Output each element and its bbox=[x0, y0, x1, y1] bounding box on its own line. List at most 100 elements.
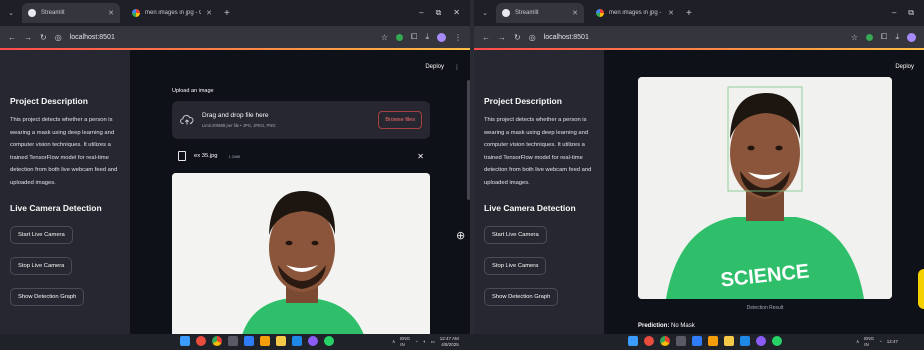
restore-icon[interactable]: ⧉ bbox=[436, 8, 442, 18]
menu-kebab-icon[interactable]: ⋮ bbox=[454, 33, 462, 42]
google-favicon-icon bbox=[132, 9, 140, 17]
streamlit-favicon-icon bbox=[28, 9, 36, 17]
vscode-icon[interactable] bbox=[740, 336, 750, 346]
stop-live-camera-button[interactable]: Stop Live Camera bbox=[484, 257, 547, 275]
wifi-icon[interactable]: ◔ bbox=[415, 339, 418, 345]
tab-label: men images in jpg - Google S bbox=[609, 10, 663, 16]
back-icon[interactable]: ← bbox=[8, 33, 16, 42]
url-field[interactable]: localhost:8501 bbox=[544, 34, 589, 41]
clock[interactable]: 12:47 AM 4/8/2025 bbox=[440, 336, 459, 347]
show-detection-graph-button[interactable]: Show Detection Graph bbox=[484, 288, 559, 306]
chrome-icon[interactable] bbox=[660, 336, 670, 346]
stop-live-camera-button[interactable]: Stop Live Camera bbox=[10, 257, 73, 275]
close-icon[interactable]: ✕ bbox=[206, 9, 212, 17]
profile-avatar-icon[interactable] bbox=[907, 32, 916, 42]
tray-chevron-icon[interactable]: ∧ bbox=[856, 339, 859, 345]
clock-date: 4/8/2025 bbox=[441, 341, 459, 347]
chrome-icon[interactable] bbox=[212, 336, 222, 346]
app-dark-icon[interactable] bbox=[228, 336, 238, 346]
forward-icon[interactable]: → bbox=[498, 33, 506, 42]
app-dark-icon[interactable] bbox=[676, 336, 686, 346]
tab-search-icon[interactable]: ⌄ bbox=[480, 9, 490, 17]
app-purple-icon[interactable] bbox=[308, 336, 318, 346]
main-menu-icon[interactable]: ⋮ bbox=[454, 64, 460, 71]
download-icon[interactable]: ⤓ bbox=[425, 32, 429, 42]
windows-start-icon[interactable] bbox=[628, 336, 638, 346]
extensions-puzzle-icon[interactable]: ⧠ bbox=[411, 32, 417, 42]
tab-streamlit[interactable]: Streamlit ✕ bbox=[496, 3, 584, 23]
volume-icon[interactable]: ◖ bbox=[423, 339, 426, 345]
reload-icon[interactable]: ↻ bbox=[40, 33, 47, 42]
drop-instructions: Drag and drop file here bbox=[202, 112, 269, 119]
clock-time[interactable]: 12:47 bbox=[887, 339, 898, 345]
right-browser-window: ⌄ Streamlit ✕ men images in jpg - Google… bbox=[474, 0, 924, 334]
bookmark-star-icon[interactable]: ☆ bbox=[381, 33, 388, 42]
prediction-label: Prediction: bbox=[638, 323, 670, 329]
windows-start-icon[interactable] bbox=[180, 336, 190, 346]
forward-icon[interactable]: → bbox=[24, 33, 32, 42]
app-purple-icon[interactable] bbox=[756, 336, 766, 346]
whatsapp-icon[interactable] bbox=[772, 336, 782, 346]
toolbar-icons: ☆ ⧠ ⤓ bbox=[851, 32, 916, 42]
app-orange-icon[interactable] bbox=[260, 336, 270, 346]
bookmark-star-icon[interactable]: ☆ bbox=[851, 33, 858, 42]
tray-chevron-icon[interactable]: ∧ bbox=[392, 339, 395, 345]
file-explorer-icon[interactable] bbox=[724, 336, 734, 346]
close-icon[interactable]: ✕ bbox=[668, 9, 674, 17]
app-red-icon[interactable] bbox=[644, 336, 654, 346]
minimize-icon[interactable]: – bbox=[892, 8, 896, 18]
file-explorer-icon[interactable] bbox=[276, 336, 286, 346]
language-indicator[interactable]: ENG IN bbox=[400, 336, 410, 347]
extensions-puzzle-icon[interactable]: ⧠ bbox=[881, 32, 887, 42]
language-sub: IN bbox=[400, 341, 405, 347]
deploy-area: Deploy bbox=[895, 64, 914, 70]
app-blue-icon[interactable] bbox=[244, 336, 254, 346]
prediction-value: No Mask bbox=[671, 323, 695, 329]
site-info-icon[interactable]: ◎ bbox=[529, 33, 536, 42]
whatsapp-icon[interactable] bbox=[324, 336, 334, 346]
dropzone[interactable]: Drag and drop file here Limit 200MB per … bbox=[172, 101, 430, 139]
download-icon[interactable]: ⤓ bbox=[895, 32, 899, 42]
wifi-icon[interactable]: ◔ bbox=[879, 339, 882, 345]
language-indicator[interactable]: ENG IN bbox=[864, 336, 874, 347]
remove-file-icon[interactable]: ✕ bbox=[417, 152, 430, 161]
tab-label: Streamlit bbox=[41, 10, 65, 16]
live-camera-heading: Live Camera Detection bbox=[484, 203, 576, 213]
toolbar-icons: ☆ ⧠ ⤓ ⋮ bbox=[381, 32, 462, 42]
zoom-lens-icon[interactable]: ⊕ bbox=[456, 229, 465, 242]
profile-avatar-icon[interactable] bbox=[437, 32, 446, 42]
sidebar: Project Description This project detects… bbox=[474, 50, 604, 334]
new-tab-button[interactable]: + bbox=[686, 8, 692, 19]
new-tab-button[interactable]: + bbox=[224, 8, 230, 19]
dropzone-text: Drag and drop file here Limit 200MB per … bbox=[202, 112, 276, 128]
tab-google-search[interactable]: men images in jpg - Google S ✕ bbox=[126, 3, 218, 23]
tab-search-icon[interactable]: ⌄ bbox=[6, 9, 16, 17]
uploaded-file-row: ex 35.jpg 1.2MB ✕ bbox=[172, 151, 430, 161]
extension-icon[interactable] bbox=[866, 33, 874, 41]
back-icon[interactable]: ← bbox=[482, 33, 490, 42]
tab-google-search[interactable]: men images in jpg - Google S ✕ bbox=[590, 3, 680, 23]
url-field[interactable]: localhost:8501 bbox=[70, 34, 115, 41]
battery-icon[interactable]: ▭ bbox=[431, 339, 435, 345]
browse-files-button[interactable]: Browse files bbox=[378, 111, 422, 129]
reload-icon[interactable]: ↻ bbox=[514, 33, 521, 42]
close-window-icon[interactable]: ✕ bbox=[453, 8, 460, 18]
start-live-camera-button[interactable]: Start Live Camera bbox=[484, 226, 547, 244]
extension-icon[interactable] bbox=[396, 33, 404, 41]
vscode-icon[interactable] bbox=[292, 336, 302, 346]
app-red-icon[interactable] bbox=[196, 336, 206, 346]
deploy-button[interactable]: Deploy bbox=[895, 64, 914, 70]
deploy-button[interactable]: Deploy bbox=[425, 64, 444, 71]
start-live-camera-button[interactable]: Start Live Camera bbox=[10, 226, 73, 244]
show-detection-graph-button[interactable]: Show Detection Graph bbox=[10, 288, 85, 306]
app-orange-icon[interactable] bbox=[708, 336, 718, 346]
side-panel-handle[interactable] bbox=[918, 269, 924, 309]
site-info-icon[interactable]: ◎ bbox=[55, 33, 62, 42]
close-icon[interactable]: ✕ bbox=[108, 9, 114, 17]
sidebar: Project Description This project detects… bbox=[0, 50, 130, 334]
close-icon[interactable]: ✕ bbox=[572, 9, 578, 17]
app-blue-icon[interactable] bbox=[692, 336, 702, 346]
restore-icon[interactable]: ⧉ bbox=[908, 8, 914, 18]
minimize-icon[interactable]: – bbox=[419, 8, 423, 18]
tab-streamlit[interactable]: Streamlit ✕ bbox=[22, 3, 120, 23]
